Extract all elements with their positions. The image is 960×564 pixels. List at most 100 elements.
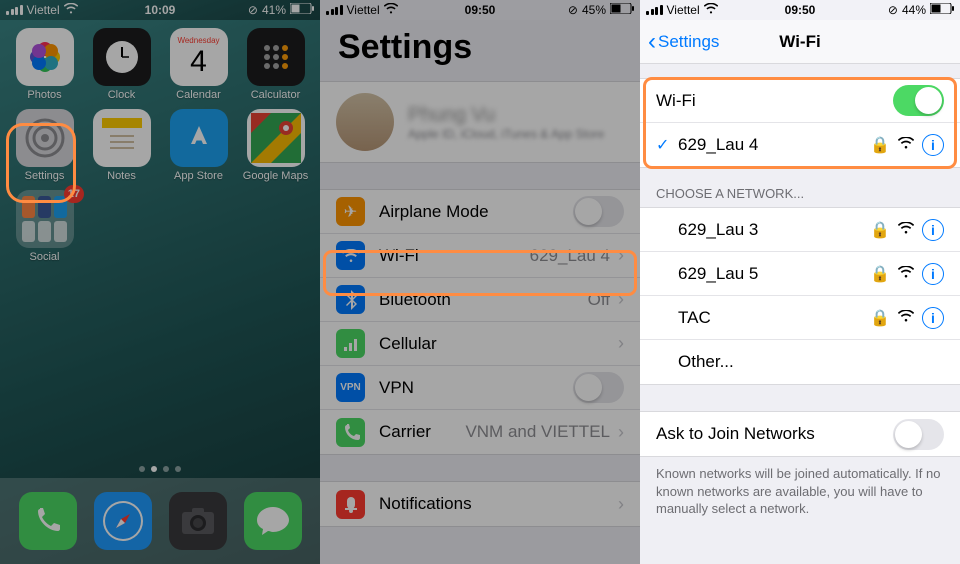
ask-label: Ask to Join Networks (656, 424, 893, 444)
status-bar: Viettel 09:50 ⊘ 45% (320, 0, 640, 20)
settings-row-vpn[interactable]: VPNVPN (320, 366, 640, 410)
calc-icon (247, 28, 305, 86)
battery-text: 41% (262, 3, 286, 17)
chevron-right-icon: › (618, 289, 624, 310)
status-bar: Viettel 10:09 ⊘ 41% (0, 0, 320, 20)
wifi-icon (704, 3, 718, 17)
status-time: 09:50 (465, 3, 496, 17)
wifi-strength-icon (898, 136, 914, 154)
rotation-lock-icon: ⊘ (888, 3, 898, 17)
cell-signal-icon (6, 5, 23, 15)
safari-icon (94, 492, 152, 550)
battery-text: 44% (902, 3, 926, 17)
toggle[interactable] (573, 196, 624, 227)
app-app-store[interactable]: App Store (164, 109, 233, 182)
airplane-icon: ✈ (336, 197, 365, 226)
ask-toggle[interactable] (893, 419, 944, 450)
app-label: App Store (174, 170, 223, 182)
lock-icon: 🔒 (870, 308, 890, 328)
row-label: Carrier (379, 422, 465, 442)
other-label: Other... (678, 352, 944, 372)
notif-icon (336, 490, 365, 519)
connected-network-row[interactable]: ✓ 629_Lau 4 🔒 i (640, 123, 960, 167)
app-label: Notes (107, 170, 136, 182)
app-social[interactable]: 17Social (10, 190, 79, 263)
toggle[interactable] (573, 372, 624, 403)
app-label: Social (30, 251, 60, 263)
settings-row-bluetooth[interactable]: BluetoothOff› (320, 278, 640, 322)
dock-app-safari[interactable] (94, 492, 152, 550)
network-row[interactable]: 629_Lau 3🔒i (640, 208, 960, 252)
other-network-row[interactable]: Other... (640, 340, 960, 384)
wifi-icon (336, 241, 365, 270)
wifi-icon (64, 3, 78, 17)
app-google-maps[interactable]: Google Maps (241, 109, 310, 182)
wifi-strength-icon (898, 309, 914, 327)
info-button[interactable]: i (922, 307, 944, 329)
lock-icon: 🔒 (870, 220, 890, 240)
profile-sub: Apple ID, iCloud, iTunes & App Store (408, 127, 604, 141)
row-label: Wi-Fi (379, 246, 530, 266)
ask-join-row[interactable]: Ask to Join Networks (640, 412, 960, 456)
info-button[interactable]: i (922, 263, 944, 285)
chevron-right-icon: › (618, 333, 624, 354)
notes-icon (93, 109, 151, 167)
info-button[interactable]: i (922, 219, 944, 241)
app-calculator[interactable]: Calculator (241, 28, 310, 101)
messages-icon (244, 492, 302, 550)
network-name: 629_Lau 5 (678, 264, 870, 284)
wifi-label: Wi-Fi (656, 91, 893, 111)
battery-text: 45% (582, 3, 606, 17)
dock-app-messages[interactable] (244, 492, 302, 550)
settings-row-wi-fi[interactable]: Wi-Fi629_Lau 4› (320, 234, 640, 278)
home-container: PhotosClockWednesday4CalendarCalculator S… (0, 20, 320, 564)
battery-icon (610, 3, 634, 17)
back-label: Settings (658, 32, 719, 52)
settings-row-cellular[interactable]: Cellular› (320, 322, 640, 366)
row-label: VPN (379, 378, 573, 398)
maps-icon (247, 109, 305, 167)
row-label: Notifications (379, 494, 610, 514)
settings-title: Settings (320, 20, 640, 81)
app-label: Settings (25, 170, 65, 182)
dock-app-phone[interactable] (19, 492, 77, 550)
nav-bar: ‹ Settings Wi-Fi (640, 20, 960, 64)
profile-group[interactable]: Phung Vu Apple ID, iCloud, iTunes & App … (320, 81, 640, 163)
camera-icon (169, 492, 227, 550)
info-button[interactable]: i (922, 134, 944, 156)
wifi-toggle[interactable] (893, 85, 944, 116)
choose-header: CHOOSE A NETWORK... (640, 168, 960, 207)
network-name: TAC (678, 308, 870, 328)
page-dots (0, 466, 320, 472)
chevron-left-icon: ‹ (648, 28, 656, 56)
app-calendar[interactable]: Wednesday4Calendar (164, 28, 233, 101)
row-value: VNM and VIETTEL (465, 422, 610, 442)
row-label: Bluetooth (379, 290, 588, 310)
back-button[interactable]: ‹ Settings (648, 28, 719, 56)
app-photos[interactable]: Photos (10, 28, 79, 101)
calendar-icon: Wednesday4 (170, 28, 228, 86)
clock-icon (93, 28, 151, 86)
rotation-lock-icon: ⊘ (248, 3, 258, 17)
network-row[interactable]: TAC🔒 i (640, 296, 960, 340)
app-settings[interactable]: Settings (10, 109, 79, 182)
avatar (336, 93, 394, 151)
network-row[interactable]: 629_Lau 5🔒i (640, 252, 960, 296)
wifi-toggle-row[interactable]: Wi-Fi (640, 79, 960, 123)
home-screen: Viettel 10:09 ⊘ 41% PhotosClockWednesday… (0, 0, 320, 564)
connected-name: 629_Lau 4 (678, 135, 870, 155)
app-clock[interactable]: Clock (87, 28, 156, 101)
status-time: 10:09 (145, 3, 176, 17)
settings-row-carrier[interactable]: CarrierVNM and VIETTEL › (320, 410, 640, 454)
wifi-icon (384, 3, 398, 17)
rotation-lock-icon: ⊘ (568, 3, 578, 17)
settings-row-airplane-mode[interactable]: ✈Airplane Mode (320, 190, 640, 234)
footer-text: Known networks will be joined automatica… (640, 457, 960, 526)
app-label: Google Maps (243, 170, 308, 182)
app-notes[interactable]: Notes (87, 109, 156, 182)
nav-title: Wi-Fi (779, 32, 820, 52)
settings-row-notifications[interactable]: Notifications› (320, 482, 640, 526)
chevron-right-icon: › (618, 422, 624, 443)
settings-icon (16, 109, 74, 167)
dock-app-camera[interactable] (169, 492, 227, 550)
